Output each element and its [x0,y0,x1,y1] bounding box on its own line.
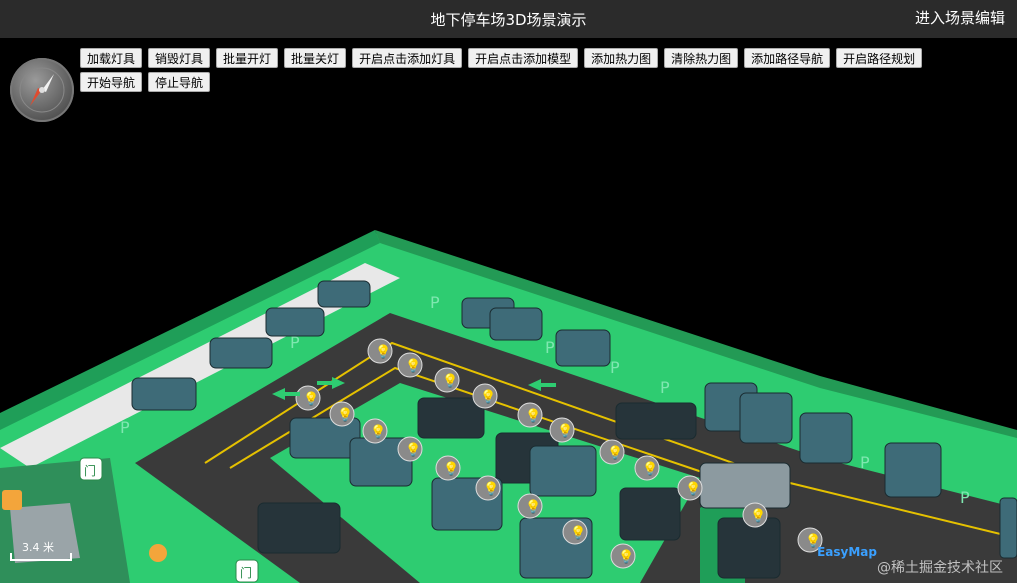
svg-text:💡: 💡 [607,445,623,461]
svg-text:💡: 💡 [483,481,499,497]
svg-text:💡: 💡 [405,442,421,458]
light-bulb-icon[interactable]: 💡 [634,455,660,481]
exit-sign-icon: 门 [235,559,259,583]
light-bulb-icon[interactable]: 💡 [295,385,321,411]
light-bulb-icon[interactable]: 💡 [517,402,543,428]
watermark-text: @稀土掘金技术社区 [877,560,1003,576]
parked-car[interactable] [131,377,197,411]
svg-text:P: P [545,338,555,357]
svg-text:💡: 💡 [685,481,701,497]
map-logo: EasyMap [817,545,877,559]
parked-car[interactable] [619,487,681,541]
light-bulb-icon[interactable]: 💡 [517,493,543,519]
parked-car[interactable] [489,307,543,341]
svg-text:💡: 💡 [375,344,391,360]
parked-car[interactable] [615,402,697,440]
svg-text:P: P [610,358,620,377]
svg-text:💡: 💡 [370,424,386,440]
light-bulb-icon[interactable]: 💡 [434,367,460,393]
svg-text:P: P [430,293,440,312]
light-bulb-icon[interactable]: 💡 [742,502,768,528]
svg-text:💡: 💡 [525,408,541,424]
svg-text:P: P [660,378,670,397]
light-bulb-icon[interactable]: 💡 [329,401,355,427]
parked-car[interactable] [555,329,611,367]
svg-text:💡: 💡 [480,389,496,405]
svg-text:💡: 💡 [303,391,319,407]
light-bulb-icon[interactable]: 💡 [475,475,501,501]
svg-text:💡: 💡 [618,549,634,565]
parking-3d-scene[interactable]: P P P P P P P P P 💡 [0,38,1017,583]
header-bar: 地下停车场3D场景演示 进入场景编辑 [0,0,1017,38]
light-bulb-icon[interactable]: 💡 [677,475,703,501]
svg-text:💡: 💡 [525,499,541,515]
light-bulb-icon[interactable]: 💡 [362,418,388,444]
parked-car[interactable] [699,462,791,509]
light-bulb-icon[interactable]: 💡 [599,439,625,465]
svg-text:💡: 💡 [337,407,353,423]
exit-sign-icon: 门 [79,457,103,481]
parked-car[interactable] [739,392,793,444]
svg-text:门: 门 [240,565,252,580]
parked-car[interactable] [209,337,273,369]
parked-car[interactable] [417,397,485,439]
svg-text:P: P [120,418,130,437]
scale-label: 3.4 米 [22,541,54,554]
light-bulb-icon[interactable]: 💡 [610,543,636,569]
light-bulb-icon[interactable]: 💡 [397,352,423,378]
svg-text:💡: 💡 [442,373,458,389]
svg-text:P: P [860,453,870,472]
parked-car[interactable] [257,502,341,554]
svg-text:💡: 💡 [557,423,573,439]
svg-text:💡: 💡 [570,525,586,541]
svg-text:💡: 💡 [750,508,766,524]
svg-text:P: P [960,488,970,507]
stairs-sign-icon [2,490,22,510]
svg-text:💡: 💡 [405,358,421,374]
parked-car[interactable] [529,445,597,497]
svg-text:💡: 💡 [642,461,658,477]
parked-car[interactable] [799,412,853,464]
page-title: 地下停车场3D场景演示 [430,11,587,29]
light-bulb-icon[interactable]: 💡 [562,519,588,545]
light-bulb-icon[interactable]: 💡 [367,338,393,364]
parked-car[interactable] [265,307,325,337]
enter-scene-edit-link[interactable]: 进入场景编辑 [915,7,1005,28]
person-sign-icon [149,544,167,562]
light-bulb-icon[interactable]: 💡 [397,436,423,462]
parked-car[interactable] [999,497,1017,559]
light-bulb-icon[interactable]: 💡 [549,417,575,443]
svg-text:门: 门 [84,463,96,478]
parked-car[interactable] [317,280,371,308]
light-bulb-icon[interactable]: 💡 [435,455,461,481]
parked-car[interactable] [717,517,781,579]
svg-text:💡: 💡 [443,461,459,477]
light-bulb-icon[interactable]: 💡 [472,383,498,409]
parked-car[interactable] [884,442,942,498]
